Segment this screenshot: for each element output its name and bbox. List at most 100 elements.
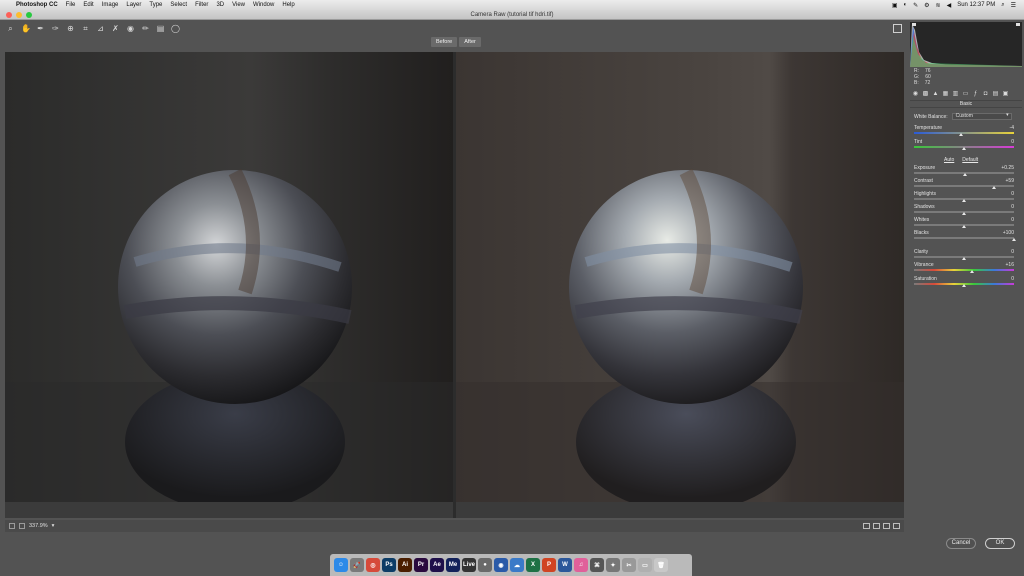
dock-app-3-icon[interactable]: ☁ bbox=[510, 558, 524, 572]
zoom-out-button[interactable] bbox=[9, 523, 15, 529]
volume-icon[interactable]: ◀ bbox=[947, 2, 952, 9]
temperature-value[interactable]: -4 bbox=[1010, 125, 1014, 131]
menu-3d[interactable]: 3D bbox=[216, 2, 224, 8]
dock-launchpad-icon[interactable]: 🚀 bbox=[350, 558, 364, 572]
notification-icon[interactable]: ☰ bbox=[1011, 2, 1016, 9]
blacks-value[interactable]: +100 bbox=[1003, 230, 1014, 236]
menu-layer[interactable]: Layer bbox=[126, 2, 141, 8]
menu-window[interactable]: Window bbox=[253, 2, 274, 8]
auto-link[interactable]: Auto bbox=[944, 157, 954, 163]
fullscreen-toggle-icon[interactable] bbox=[893, 24, 902, 33]
menu-app[interactable]: Photoshop CC bbox=[16, 2, 58, 8]
dock-trash-icon[interactable]: 🗑 bbox=[654, 558, 668, 572]
menubar-clock[interactable]: Sun 12:37 PM bbox=[957, 2, 995, 8]
spot-removal-tool-icon[interactable]: ✗ bbox=[111, 24, 120, 33]
menu-select[interactable]: Select bbox=[170, 2, 187, 8]
graduated-filter-icon[interactable]: ▤ bbox=[156, 24, 165, 33]
white-balance-select[interactable]: Custom bbox=[951, 113, 1012, 120]
red-eye-tool-icon[interactable]: ◉ bbox=[126, 24, 135, 33]
wifi-icon[interactable]: ≋ bbox=[936, 2, 941, 9]
whites-thumb[interactable] bbox=[962, 224, 966, 228]
zoom-in-button[interactable] bbox=[19, 523, 25, 529]
straighten-tool-icon[interactable]: ⊿ bbox=[96, 24, 105, 33]
whites-slider[interactable]: Whites 0 bbox=[914, 217, 1014, 229]
tint-value[interactable]: 0 bbox=[1011, 139, 1014, 145]
menu-file[interactable]: File bbox=[66, 2, 76, 8]
menu-edit[interactable]: Edit bbox=[83, 2, 93, 8]
dock-app-2-icon[interactable]: ◉ bbox=[494, 558, 508, 572]
vibrance-track[interactable] bbox=[914, 269, 1014, 271]
color-sampler-tool-icon[interactable]: ✑ bbox=[51, 24, 60, 33]
clarity-slider[interactable]: Clarity 0 bbox=[914, 249, 1014, 261]
dock-live-icon[interactable]: Live bbox=[462, 558, 476, 572]
dock-media-encoder-icon[interactable]: Me bbox=[446, 558, 460, 572]
menu-help[interactable]: Help bbox=[282, 2, 294, 8]
after-preview[interactable] bbox=[456, 52, 904, 502]
blacks-thumb[interactable] bbox=[1012, 237, 1016, 241]
blacks-track[interactable] bbox=[914, 237, 1014, 239]
shadows-slider[interactable]: Shadows 0 bbox=[914, 204, 1014, 216]
basic-tab-icon[interactable]: ◉ bbox=[912, 91, 919, 98]
contrast-slider[interactable]: Contrast +59 bbox=[914, 178, 1014, 190]
preview-canvas[interactable] bbox=[5, 52, 904, 518]
exposure-thumb[interactable] bbox=[963, 172, 967, 176]
dock-app-5-icon[interactable]: ✦ bbox=[606, 558, 620, 572]
dock-after-effects-icon[interactable]: Ae bbox=[430, 558, 444, 572]
vibrance-slider[interactable]: Vibrance +16 bbox=[914, 262, 1014, 274]
exposure-slider[interactable]: Exposure +0.25 bbox=[914, 165, 1014, 177]
clarity-value[interactable]: 0 bbox=[1011, 249, 1014, 255]
vibrance-thumb[interactable] bbox=[970, 269, 974, 273]
dock-chrome-icon[interactable]: ◎ bbox=[366, 558, 380, 572]
dock-app-4-icon[interactable]: ⌘ bbox=[590, 558, 604, 572]
dock-word-icon[interactable]: W bbox=[558, 558, 572, 572]
tint-thumb[interactable] bbox=[962, 146, 966, 150]
saturation-value[interactable]: 0 bbox=[1011, 276, 1014, 282]
white-balance-tool-icon[interactable]: ✒ bbox=[36, 24, 45, 33]
dock-app-7-icon[interactable]: ▭ bbox=[638, 558, 652, 572]
contrast-thumb[interactable] bbox=[992, 185, 996, 189]
temperature-track[interactable] bbox=[914, 132, 1014, 134]
tone-curve-tab-icon[interactable]: ▩ bbox=[922, 91, 929, 98]
presets-tab-icon[interactable]: ▤ bbox=[992, 91, 999, 98]
status-icon-3[interactable]: ✎ bbox=[913, 2, 918, 9]
dock-premiere-icon[interactable]: Pr bbox=[414, 558, 428, 572]
toggle-settings-icon[interactable] bbox=[893, 523, 900, 529]
hand-tool-icon[interactable]: ✋ bbox=[21, 24, 31, 33]
exposure-value[interactable]: +0.25 bbox=[1001, 165, 1014, 171]
tint-slider[interactable]: Tint 0 bbox=[914, 139, 1014, 151]
zoom-tool-icon[interactable]: ⌕ bbox=[6, 24, 15, 33]
dock-illustrator-icon[interactable]: Ai bbox=[398, 558, 412, 572]
camera-calibration-tab-icon[interactable]: ◘ bbox=[982, 91, 989, 98]
copy-settings-icon[interactable] bbox=[883, 523, 890, 529]
swap-before-after-icon[interactable] bbox=[873, 523, 880, 529]
vibrance-value[interactable]: +16 bbox=[1006, 262, 1014, 268]
whites-value[interactable]: 0 bbox=[1011, 217, 1014, 223]
saturation-thumb[interactable] bbox=[962, 283, 966, 287]
shadows-value[interactable]: 0 bbox=[1011, 204, 1014, 210]
menu-filter[interactable]: Filter bbox=[195, 2, 208, 8]
targeted-adjustment-tool-icon[interactable]: ⊕ bbox=[66, 24, 75, 33]
zoom-dropdown-icon[interactable]: ▾ bbox=[52, 523, 55, 529]
blacks-slider[interactable]: Blacks +100 bbox=[914, 230, 1016, 242]
effects-tab-icon[interactable]: ƒ bbox=[972, 91, 979, 98]
hsl-tab-icon[interactable]: ▦ bbox=[942, 91, 949, 98]
highlights-slider[interactable]: Highlights 0 bbox=[914, 191, 1014, 203]
dock-excel-icon[interactable]: X bbox=[526, 558, 540, 572]
cancel-button[interactable]: Cancel bbox=[946, 538, 976, 549]
dock-finder-icon[interactable]: ☺ bbox=[334, 558, 348, 572]
menu-type[interactable]: Type bbox=[149, 2, 162, 8]
clarity-thumb[interactable] bbox=[962, 256, 966, 260]
dock-photoshop-icon[interactable]: Ps bbox=[382, 558, 396, 572]
zoom-level[interactable]: 337.9% bbox=[29, 523, 48, 529]
snapshots-tab-icon[interactable]: ▣ bbox=[1002, 91, 1009, 98]
before-preview[interactable] bbox=[5, 52, 453, 502]
view-mode-icon[interactable] bbox=[863, 523, 870, 529]
dock-app-6-icon[interactable]: ✂ bbox=[622, 558, 636, 572]
radial-filter-icon[interactable]: ◯ bbox=[171, 24, 180, 33]
temperature-slider[interactable]: Temperature -4 bbox=[914, 125, 1014, 137]
contrast-value[interactable]: +59 bbox=[1006, 178, 1014, 184]
detail-tab-icon[interactable]: ▲ bbox=[932, 91, 939, 98]
shadows-thumb[interactable] bbox=[962, 211, 966, 215]
dock-powerpoint-icon[interactable]: P bbox=[542, 558, 556, 572]
lens-corrections-tab-icon[interactable]: ▭ bbox=[962, 91, 969, 98]
